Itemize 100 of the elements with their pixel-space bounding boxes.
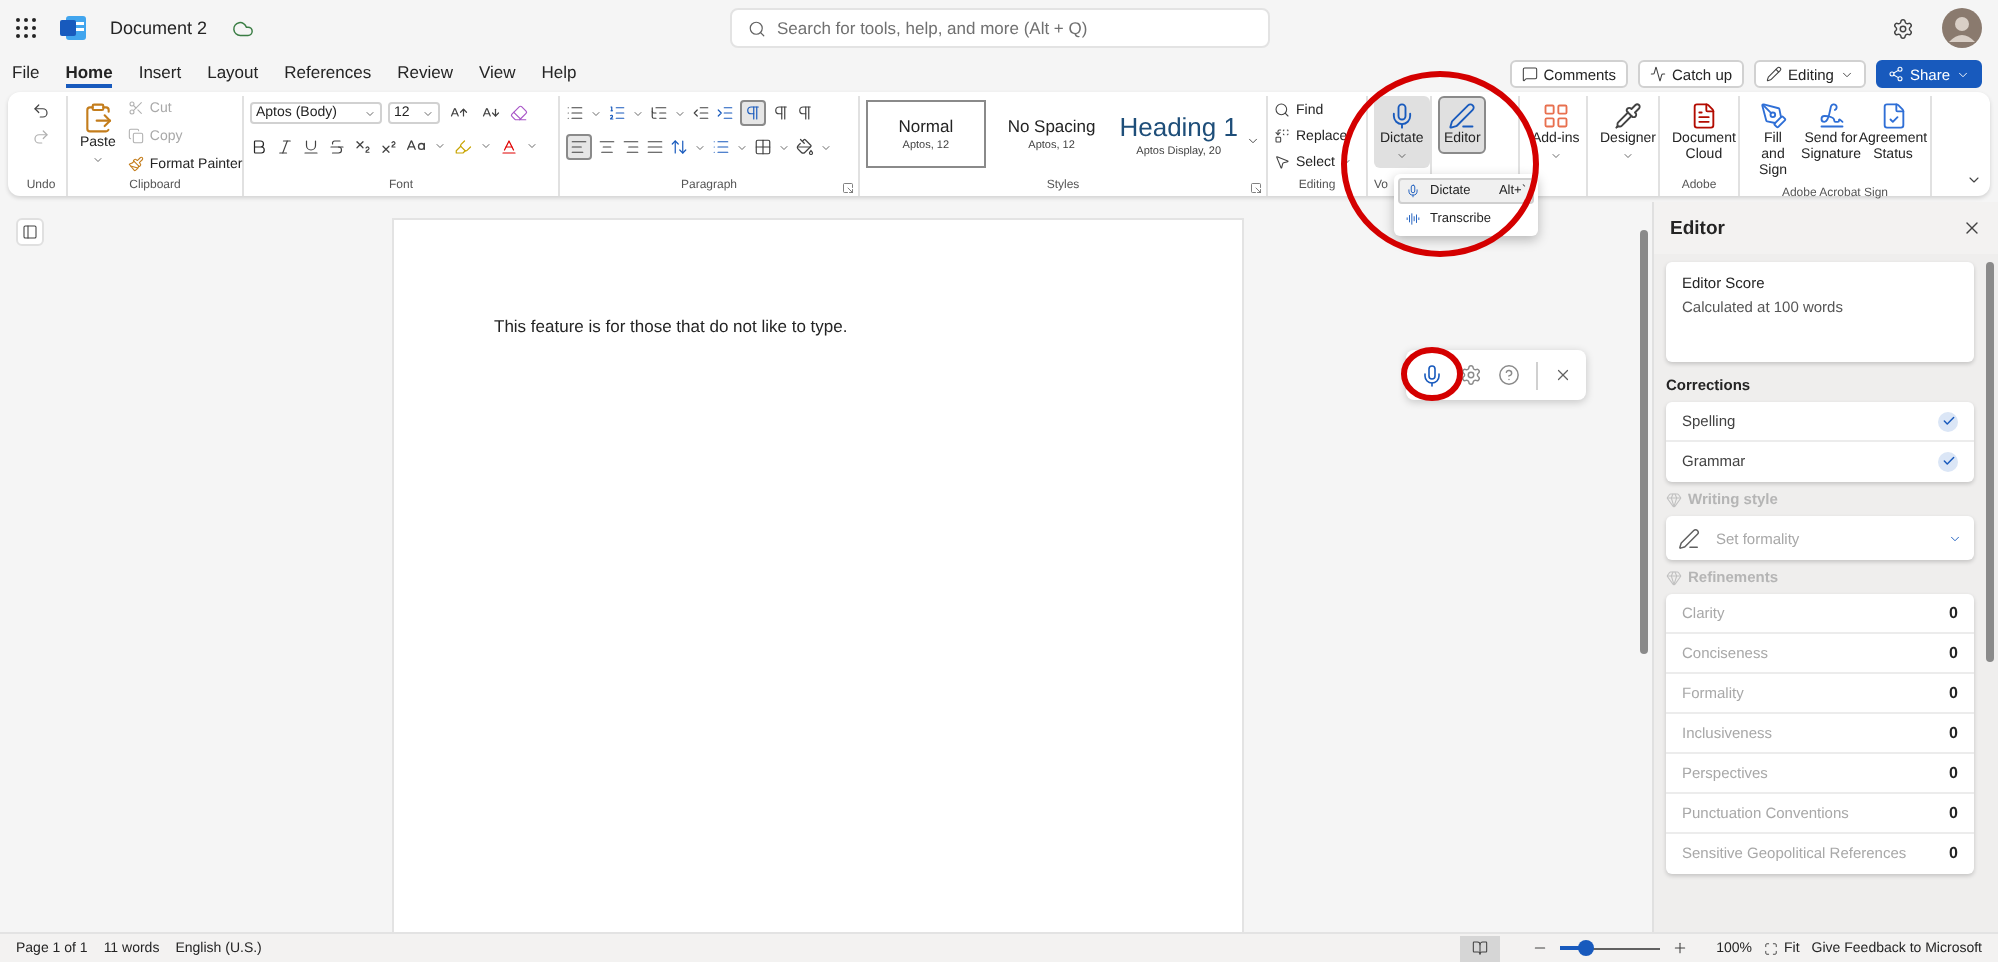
signature-icon — [1817, 102, 1845, 130]
close-icon[interactable] — [1962, 218, 1982, 238]
caret-icon — [736, 141, 748, 153]
dialog-launcher-icon[interactable] — [1250, 182, 1262, 194]
share-icon — [1887, 66, 1904, 82]
book-glyph — [1472, 940, 1489, 956]
line-spacing-icon — [670, 138, 688, 156]
settings-icon[interactable] — [1460, 364, 1482, 386]
slider-thumb[interactable] — [1577, 940, 1594, 956]
diamond-icon — [1666, 491, 1682, 507]
pen-icon — [1759, 102, 1787, 130]
paintbrush-icon — [127, 156, 144, 172]
strikethrough-icon[interactable] — [328, 137, 346, 155]
search-icon — [1274, 102, 1290, 118]
undo-icon[interactable] — [32, 102, 50, 120]
font-color-icon[interactable] — [500, 137, 518, 155]
pencil-icon — [1766, 66, 1783, 82]
italic-icon[interactable] — [276, 137, 294, 155]
transcribe-icon — [1406, 212, 1420, 226]
list-icon — [712, 138, 730, 156]
pilcrow-icon — [772, 104, 790, 122]
bullets-icon — [566, 104, 584, 122]
shading-icon — [796, 138, 814, 156]
caret-icon — [91, 154, 104, 166]
microphone-icon — [1387, 102, 1416, 130]
ribbon-tab[interactable]: Insert — [138, 60, 182, 88]
caret-icon — [1948, 531, 1962, 545]
superscript-icon[interactable] — [380, 137, 398, 155]
close-icon[interactable] — [1554, 366, 1572, 384]
multilevel-list-icon — [650, 104, 668, 122]
gallery-more-icon[interactable] — [1246, 133, 1260, 147]
caret-icon — [694, 141, 706, 153]
pipette-icon — [1614, 102, 1642, 130]
refinement-count: 0 — [1949, 724, 1958, 742]
help-icon[interactable] — [1498, 364, 1520, 386]
caret-icon — [1839, 67, 1854, 81]
grid-icon — [1541, 102, 1570, 130]
align-right-icon — [622, 138, 640, 156]
subscript-icon[interactable] — [354, 137, 372, 155]
caret-icon — [364, 107, 376, 119]
caret-icon — [480, 140, 492, 152]
navigation-pane-button[interactable] — [16, 218, 44, 246]
text-case-icon[interactable] — [406, 136, 426, 156]
fit-icon — [1764, 941, 1779, 955]
caret-icon — [632, 107, 644, 119]
scrollbar-thumb[interactable] — [1986, 262, 1994, 662]
refinement-count: 0 — [1949, 684, 1958, 702]
zoom-in-icon[interactable] — [1672, 940, 1689, 956]
collapse-ribbon-icon[interactable] — [1966, 172, 1982, 188]
dialog-launcher-icon[interactable] — [842, 182, 854, 194]
scrollbar-thumb[interactable] — [1640, 230, 1648, 654]
app-logo-icon — [60, 16, 86, 40]
microphone-icon[interactable] — [1420, 363, 1444, 387]
search-icon — [747, 19, 765, 37]
refinement-count: 0 — [1949, 764, 1958, 782]
caret-icon — [778, 141, 790, 153]
pdf-icon — [1689, 102, 1718, 130]
caret-icon — [434, 140, 446, 152]
refinement-count: 0 — [1949, 844, 1958, 862]
search-field[interactable]: Search for tools, help, and more (Alt + Q) — [729, 8, 1269, 48]
refinement-count: 0 — [1949, 804, 1958, 822]
app-launcher-icon[interactable] — [16, 18, 36, 38]
ribbon-tab[interactable]: Review — [397, 60, 453, 88]
refinement-count: 0 — [1949, 644, 1958, 662]
avatar[interactable] — [1942, 8, 1982, 48]
caret-icon — [526, 140, 538, 152]
pen-lines-icon — [1448, 102, 1477, 130]
pen-icon — [1678, 527, 1700, 549]
numbering-icon — [608, 104, 626, 122]
ribbon-tab[interactable]: Help — [541, 60, 577, 88]
microphone-icon — [1406, 184, 1420, 198]
ribbon-tab[interactable]: View — [478, 60, 516, 88]
diamond-icon — [1666, 569, 1682, 585]
comment-icon — [1521, 66, 1538, 82]
grow-font-glyph — [450, 104, 468, 122]
caret-icon — [1549, 150, 1562, 162]
pulse-icon — [1650, 66, 1667, 82]
underline-icon[interactable] — [302, 137, 320, 155]
justify-icon — [646, 138, 664, 156]
pilcrow-icon — [796, 104, 814, 122]
ribbon-tab[interactable]: References — [284, 60, 372, 88]
ribbon-tab[interactable]: Home — [65, 60, 113, 88]
scissors-icon — [127, 100, 144, 116]
document-text: This feature is for those that do not like to type. — [494, 316, 850, 336]
document-title[interactable]: Document 2 — [110, 18, 208, 38]
pilcrow-glyph — [744, 104, 762, 122]
shrink-font-glyph — [482, 104, 500, 122]
annotation-circle — [1401, 347, 1463, 401]
caret-icon — [590, 107, 602, 119]
ribbon-tab[interactable]: Layout — [207, 60, 259, 88]
eraser-icon[interactable] — [510, 104, 528, 122]
document-check-icon — [1879, 102, 1907, 130]
print-layout-button[interactable] — [1460, 935, 1501, 961]
ribbon-tab[interactable]: File — [12, 60, 40, 88]
clipboard-icon — [81, 102, 114, 134]
align-left-icon[interactable] — [566, 134, 592, 160]
bold-icon[interactable] — [250, 137, 268, 155]
settings-icon[interactable] — [1892, 17, 1914, 39]
caret-icon — [1622, 150, 1634, 162]
copy-icon — [127, 128, 144, 144]
